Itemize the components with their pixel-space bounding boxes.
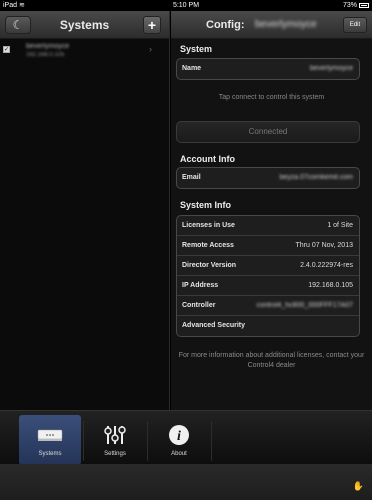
systems-pane: ☾ Systems + ✓ beverlymoyce 192.168.0.105… bbox=[0, 11, 170, 410]
info-value: 1 of Site bbox=[327, 222, 353, 229]
connect-hint: Tap connect to control this system bbox=[218, 94, 325, 101]
email-row[interactable]: Email beyza.07comkemit.com bbox=[177, 168, 359, 188]
info-row: Remote Access Thru 07 Nov, 2013 bbox=[177, 236, 359, 256]
tab-systems-label: Systems bbox=[38, 451, 62, 457]
config-header: Config: beverlymoyce Edit bbox=[171, 11, 372, 39]
status-battery: 73% bbox=[343, 0, 369, 11]
connected-button[interactable]: Connected bbox=[176, 121, 360, 143]
name-label: Name bbox=[182, 65, 202, 72]
info-value: 192.168.0.105 bbox=[308, 282, 353, 289]
info-icon: i bbox=[148, 423, 210, 447]
chevron-right-icon: › bbox=[149, 44, 152, 54]
info-row: Controller control4_hc800_000FFF17A07 bbox=[177, 296, 359, 316]
tab-systems[interactable]: Systems bbox=[19, 415, 81, 465]
config-title: Config: bbox=[206, 19, 245, 31]
bottom-toolbar: ✋ bbox=[0, 464, 372, 500]
system-list-item[interactable]: ✓ beverlymoyce 192.168.0.105 › bbox=[0, 40, 170, 64]
info-row: Licenses in Use 1 of Site bbox=[177, 216, 359, 236]
email-label: Email bbox=[182, 174, 201, 181]
system-name: beverlymoyce bbox=[26, 43, 70, 50]
email-value: beyza.07comkemit.com bbox=[279, 174, 353, 181]
config-pane: System Name beverlymoyce Tap connect to … bbox=[171, 39, 372, 410]
info-label: Director Version bbox=[182, 262, 237, 269]
status-bar: iPad ≋ 5:10 PM 73% bbox=[0, 0, 372, 11]
tab-about[interactable]: i About bbox=[148, 415, 210, 465]
tab-settings[interactable]: Settings bbox=[84, 415, 146, 465]
name-row[interactable]: Name beverlymoyce bbox=[177, 59, 359, 79]
systems-header: ☾ Systems + bbox=[0, 11, 169, 39]
battery-icon bbox=[359, 2, 369, 8]
status-time: 5:10 PM bbox=[172, 2, 200, 9]
tab-settings-label: Settings bbox=[104, 451, 126, 457]
system-heading: System bbox=[180, 44, 213, 54]
info-row: IP Address 192.168.0.105 bbox=[177, 276, 359, 296]
info-row: Director Version 2.4.0.222974-res bbox=[177, 256, 359, 276]
tab-bar: Systems Settings i About bbox=[0, 410, 372, 465]
info-label: Advanced Security bbox=[182, 322, 246, 329]
system-info-group: Licenses in Use 1 of Site Remote Access … bbox=[176, 215, 360, 337]
info-label: Licenses in Use bbox=[182, 222, 235, 229]
info-label: IP Address bbox=[182, 282, 219, 289]
account-heading: Account Info bbox=[180, 154, 235, 164]
system-name-group: Name beverlymoyce bbox=[176, 58, 360, 80]
config-system-name: beverlymoyce bbox=[255, 19, 317, 30]
account-group: Email beyza.07comkemit.com bbox=[176, 167, 360, 189]
name-value: beverlymoyce bbox=[309, 65, 353, 72]
handshake-icon[interactable]: ✋ bbox=[353, 481, 364, 492]
edit-button[interactable]: Edit bbox=[343, 17, 367, 33]
info-value: control4_hc800_000FFF17A07 bbox=[256, 302, 353, 309]
device-icon bbox=[19, 423, 81, 447]
license-footnote: For more information about additional li… bbox=[178, 352, 365, 369]
system-ip: 192.168.0.105 bbox=[26, 52, 65, 58]
info-row[interactable]: Advanced Security bbox=[177, 316, 359, 336]
info-value: 2.4.0.222974-res bbox=[300, 262, 353, 269]
tab-about-label: About bbox=[171, 451, 187, 457]
info-label: Controller bbox=[182, 302, 216, 309]
check-icon: ✓ bbox=[3, 46, 10, 53]
add-system-button[interactable]: + bbox=[143, 16, 161, 34]
sliders-icon bbox=[84, 423, 146, 447]
system-info-heading: System Info bbox=[180, 200, 232, 210]
svg-text:i: i bbox=[177, 429, 181, 444]
info-value: Thru 07 Nov, 2013 bbox=[295, 242, 353, 249]
info-label: Remote Access bbox=[182, 242, 234, 249]
